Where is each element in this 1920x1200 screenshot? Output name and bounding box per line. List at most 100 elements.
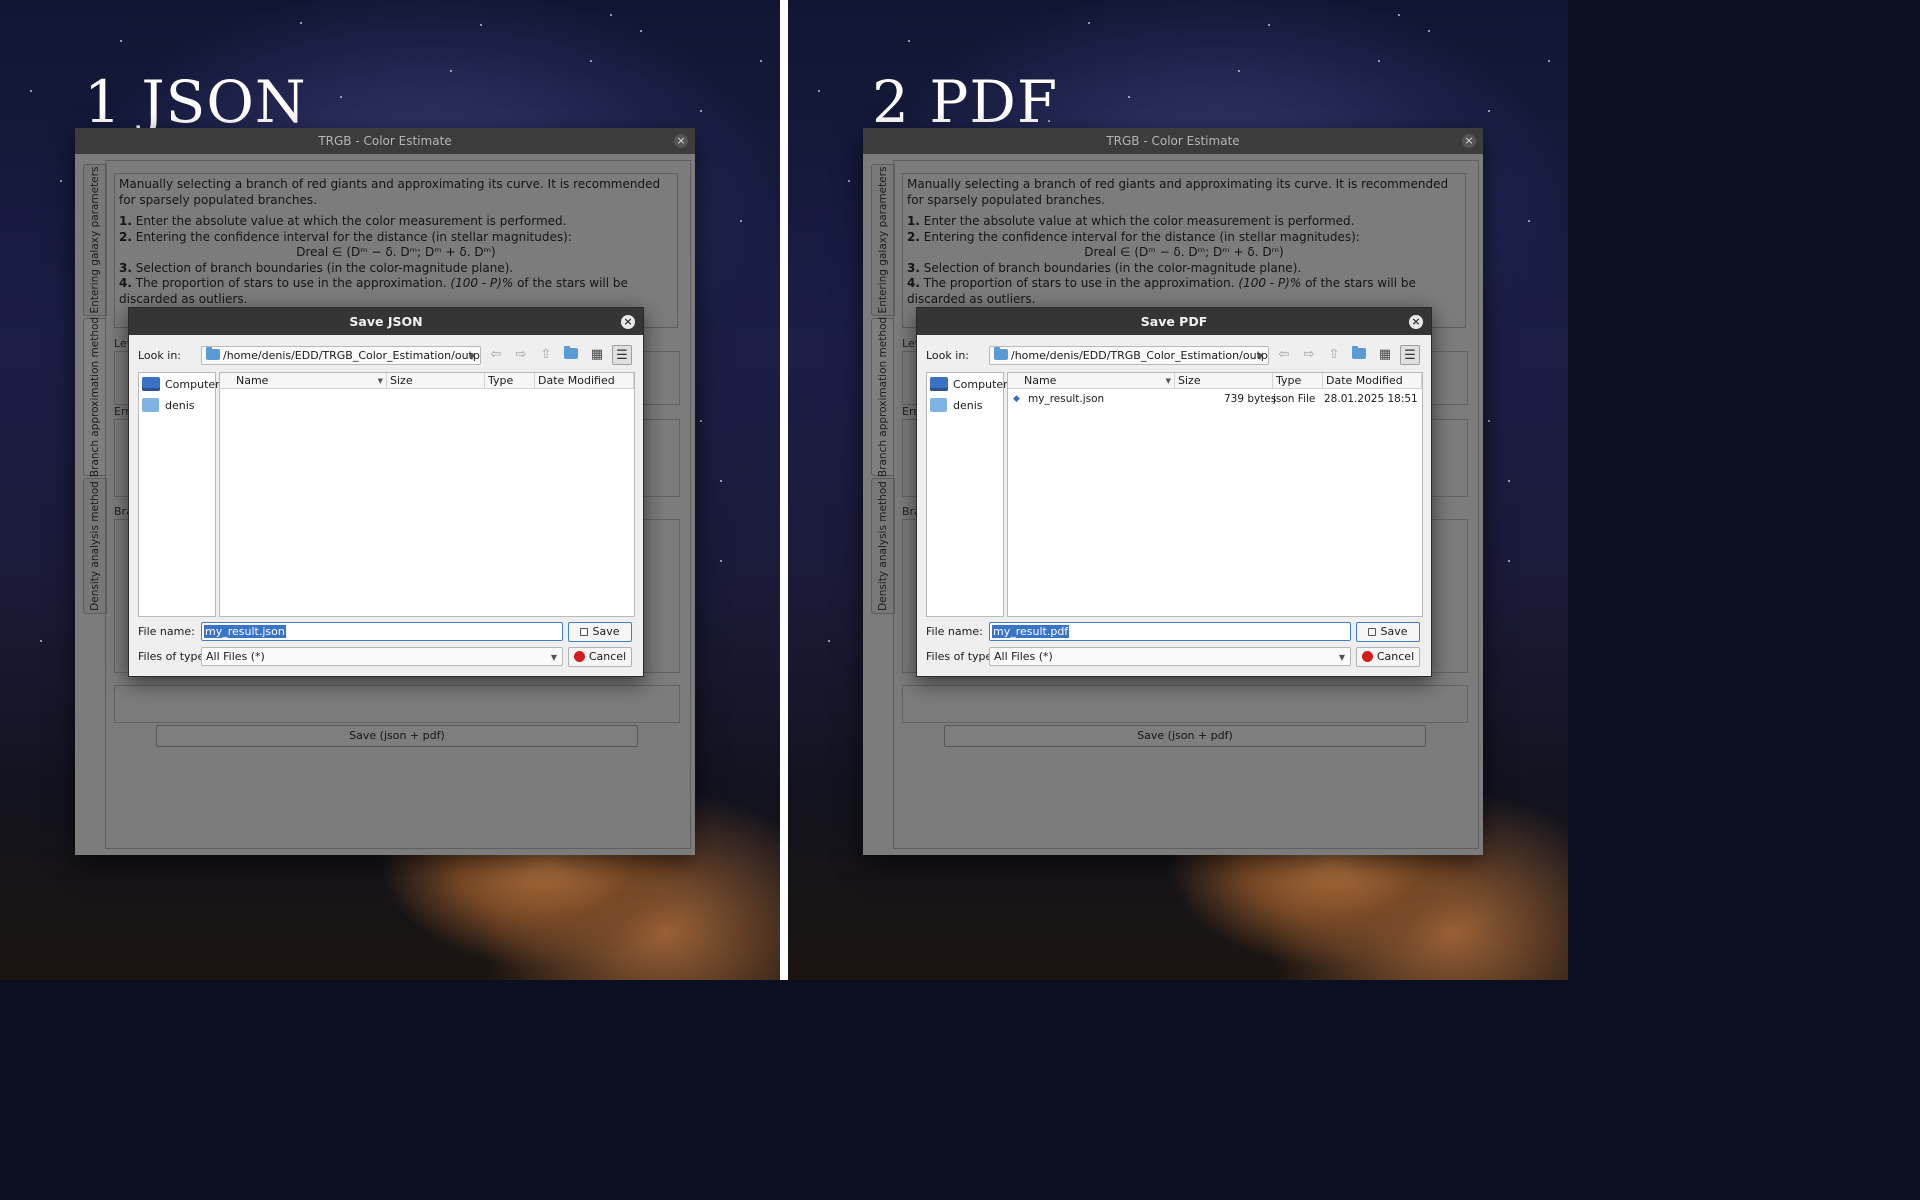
description-step-1: 1. Enter the absolute value at which the… [907, 214, 1355, 228]
file-type-cell: json File [1273, 393, 1316, 405]
main-close-icon[interactable]: × [674, 134, 688, 148]
tab-entering-galaxy-parameters[interactable]: Entering galaxy parameters [871, 164, 895, 316]
file-list[interactable]: Name ▼ Size Type Date Modified [219, 372, 635, 617]
file-name-input[interactable]: my_result.json [201, 622, 563, 641]
description-intro: Manually selecting a branch of red giant… [907, 177, 1449, 207]
look-in-combo[interactable]: /home/denis/EDD/TRGB_Color_Estimation/ou… [201, 346, 481, 365]
sidebar-item-computer[interactable]: Computer [142, 376, 220, 394]
panel-caption: 2 PDF [872, 68, 1059, 136]
main-window-title: TRGB - Color Estimate [1106, 134, 1240, 148]
tab-entering-galaxy-parameters[interactable]: Entering galaxy parameters [83, 164, 107, 316]
star [610, 14, 612, 16]
star [760, 60, 762, 62]
dialog-close-icon[interactable]: × [621, 315, 635, 329]
back-arrow-icon[interactable]: ⇦ [486, 345, 506, 365]
files-of-type-value: All Files (*) [206, 650, 265, 663]
home-folder-icon [142, 398, 159, 412]
dialog-title: Save PDF [1140, 314, 1208, 329]
forward-arrow-icon[interactable]: ⇨ [1299, 345, 1319, 365]
detail-view-icon[interactable]: ☰ [1400, 345, 1420, 365]
sidebar-item-computer[interactable]: Computer [930, 376, 1008, 394]
file-row[interactable]: ◆ my_result.json 739 bytes json File 28.… [1008, 391, 1420, 408]
dialog-close-icon[interactable]: × [1409, 315, 1423, 329]
save-icon [580, 628, 589, 636]
cancel-button[interactable]: Cancel [568, 647, 632, 667]
star [40, 640, 42, 642]
chevron-down-icon: ▼ [1338, 653, 1345, 662]
save-button[interactable]: Save [568, 622, 632, 642]
method-description: Manually selecting a branch of red giant… [902, 173, 1466, 328]
description-step-2: 2. Entering the confidence interval for … [119, 229, 572, 244]
up-arrow-icon[interactable]: ⇧ [1324, 345, 1344, 365]
look-in-combo[interactable]: /home/denis/EDD/TRGB_Color_Estimation/ou… [989, 346, 1269, 365]
up-arrow-icon[interactable]: ⇧ [536, 345, 556, 365]
description-step-4: 4. The proportion of stars to use in the… [907, 276, 1416, 306]
column-header-date-modified[interactable]: Date Modified [535, 373, 634, 389]
back-arrow-icon[interactable]: ⇦ [1274, 345, 1294, 365]
tab-branch-approximation-method[interactable]: Branch approximation method [871, 317, 894, 477]
column-header-size[interactable]: Size [387, 373, 485, 389]
chevron-down-icon: ▼ [550, 653, 557, 662]
sidebar-item-denis[interactable]: denis [142, 397, 195, 415]
file-name-input[interactable]: my_result.pdf [989, 622, 1351, 641]
new-folder-icon[interactable] [561, 345, 581, 365]
list-view-icon[interactable]: ▦ [1375, 345, 1395, 365]
tab-density-analysis-method[interactable]: Density analysis method [871, 478, 895, 614]
star [1378, 60, 1380, 62]
column-header-name[interactable]: Name ▼ [220, 373, 387, 389]
star [1398, 14, 1400, 16]
save-button[interactable]: Save [1356, 622, 1420, 642]
star [120, 40, 122, 42]
sidebar-item-denis[interactable]: denis [930, 397, 983, 415]
star [30, 90, 32, 92]
look-in-label: Look in: [926, 349, 969, 362]
star [828, 640, 830, 642]
cancel-button[interactable]: Cancel [1356, 647, 1420, 667]
sort-arrow-icon: ▼ [377, 377, 383, 385]
dialog-titlebar: Save JSON × [129, 308, 643, 335]
screenshot-panel-pdf: 2 PDF TRGB - Color Estimate × Entering g… [788, 0, 1568, 980]
tab-branch-approximation-method[interactable]: Branch approximation method [83, 317, 106, 477]
file-size-cell: 739 bytes [1224, 393, 1277, 405]
look-in-path: /home/denis/EDD/TRGB_Color_Estimation/ou… [1011, 349, 1269, 362]
description-step-1: 1. Enter the absolute value at which the… [119, 214, 567, 228]
folder-icon [206, 347, 220, 360]
sort-arrow-icon: ▼ [1165, 377, 1171, 385]
files-of-type-combo[interactable]: All Files (*) ▼ [201, 647, 563, 666]
star [640, 30, 642, 32]
star [700, 110, 702, 112]
file-list[interactable]: Name ▼ Size Type Date Modified ◆ my_resul… [1007, 372, 1423, 617]
list-view-icon[interactable]: ▦ [587, 345, 607, 365]
description-step-4: 4. The proportion of stars to use in the… [119, 276, 628, 306]
column-header-size[interactable]: Size [1175, 373, 1273, 389]
star [1548, 60, 1550, 62]
main-window-titlebar: TRGB - Color Estimate × [863, 128, 1483, 154]
files-of-type-value: All Files (*) [994, 650, 1053, 663]
distance-formula: Dreal ∈ (Dᵐ − δ. Dᵐ; Dᵐ + δ. Dᵐ) [296, 245, 496, 259]
star [848, 180, 850, 182]
new-folder-icon[interactable] [1349, 345, 1369, 365]
save-group [902, 685, 1468, 723]
detail-view-icon[interactable]: ☰ [612, 345, 632, 365]
column-header-type[interactable]: Type [1273, 373, 1323, 389]
look-in-path: /home/denis/EDD/TRGB_Color_Estimation/ou… [223, 349, 481, 362]
home-folder-icon [930, 398, 947, 412]
save-group [114, 685, 680, 723]
main-close-icon[interactable]: × [1462, 134, 1476, 148]
save-json-pdf-button[interactable]: Save (json + pdf) [944, 725, 1426, 747]
files-of-type-combo[interactable]: All Files (*) ▼ [989, 647, 1351, 666]
tab-density-analysis-method[interactable]: Density analysis method [83, 478, 107, 614]
save-json-pdf-button[interactable]: Save (json + pdf) [156, 725, 638, 747]
save-dialog: Save JSON × Look in: /home/denis/EDD/TRG… [128, 307, 644, 677]
column-header-date-modified[interactable]: Date Modified [1323, 373, 1422, 389]
main-window-title: TRGB - Color Estimate [318, 134, 452, 148]
distance-formula: Dreal ∈ (Dᵐ − δ. Dᵐ; Dᵐ + δ. Dᵐ) [1084, 245, 1284, 259]
file-date-cell: 28.01.2025 18:51 [1324, 393, 1418, 405]
save-dialog: Save PDF × Look in: /home/denis/EDD/TRGB… [916, 307, 1432, 677]
forward-arrow-icon[interactable]: ⇨ [511, 345, 531, 365]
description-step-2: 2. Entering the confidence interval for … [907, 229, 1360, 244]
star [1488, 110, 1490, 112]
description-step-3: 3. Selection of branch boundaries (in th… [119, 260, 514, 275]
column-header-name[interactable]: Name ▼ [1008, 373, 1175, 389]
column-header-type[interactable]: Type [485, 373, 535, 389]
